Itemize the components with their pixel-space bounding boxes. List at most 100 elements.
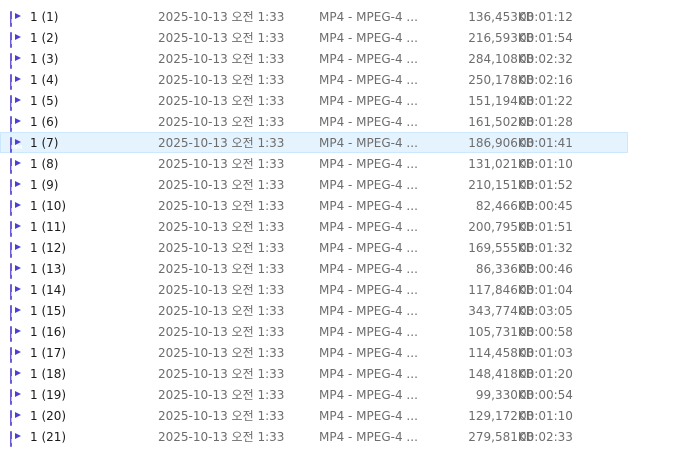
mp4-video-file-icon: MP4 (10, 303, 26, 321)
file-type: MP4 - MPEG-4 ... (319, 409, 418, 423)
file-length: 00:02:32 (519, 52, 573, 66)
file-type: MP4 - MPEG-4 ... (319, 388, 418, 402)
file-row[interactable]: MP4 1 (21) 2025-10-13 오전 1:33 MP4 - MPEG… (0, 426, 628, 447)
file-date-modified: 2025-10-13 오전 1:33 (158, 115, 285, 129)
file-date-modified: 2025-10-13 오전 1:33 (158, 409, 285, 423)
file-name[interactable]: 1 (7) (30, 133, 58, 152)
file-length: 00:02:33 (519, 430, 573, 444)
file-name[interactable]: 1 (1) (30, 7, 58, 26)
file-size: 169,555KB (468, 241, 534, 255)
file-name[interactable]: 1 (12) (30, 238, 66, 257)
file-type: MP4 - MPEG-4 ... (319, 157, 418, 171)
file-type: MP4 - MPEG-4 ... (319, 304, 418, 318)
mp4-video-file-icon: MP4 (10, 9, 26, 27)
file-row[interactable]: MP4 1 (11) 2025-10-13 오전 1:33 MP4 - MPEG… (0, 216, 628, 237)
mp4-video-file-icon: MP4 (10, 387, 26, 405)
file-row[interactable]: MP4 1 (14) 2025-10-13 오전 1:33 MP4 - MPEG… (0, 279, 628, 300)
file-name[interactable]: 1 (18) (30, 364, 66, 383)
mp4-video-file-icon: MP4 (10, 93, 26, 111)
mp4-video-file-icon: MP4 (10, 366, 26, 384)
file-name[interactable]: 1 (5) (30, 91, 58, 110)
file-name[interactable]: 1 (16) (30, 322, 66, 341)
mp4-video-file-icon: MP4 (10, 114, 26, 132)
file-name[interactable]: 1 (21) (30, 427, 66, 446)
file-name[interactable]: 1 (4) (30, 70, 58, 89)
file-name[interactable]: 1 (3) (30, 49, 58, 68)
file-length: 00:01:22 (519, 94, 573, 108)
mp4-video-file-icon: MP4 (10, 408, 26, 426)
file-length: 00:02:16 (519, 73, 573, 87)
file-size: 161,502KB (468, 115, 534, 129)
file-row[interactable]: MP4 1 (6) 2025-10-13 오전 1:33 MP4 - MPEG-… (0, 111, 628, 132)
file-type: MP4 - MPEG-4 ... (319, 367, 418, 381)
file-row[interactable]: MP4 1 (13) 2025-10-13 오전 1:33 MP4 - MPEG… (0, 258, 628, 279)
file-name[interactable]: 1 (20) (30, 406, 66, 425)
file-row[interactable]: MP4 1 (17) 2025-10-13 오전 1:33 MP4 - MPEG… (0, 342, 628, 363)
file-size: 200,795KB (468, 220, 534, 234)
file-name[interactable]: 1 (6) (30, 112, 58, 131)
file-length: 00:00:46 (519, 262, 573, 276)
file-size: 131,021KB (468, 157, 534, 171)
file-size: 284,108KB (468, 52, 534, 66)
file-name[interactable]: 1 (11) (30, 217, 66, 236)
file-date-modified: 2025-10-13 오전 1:33 (158, 388, 285, 402)
file-name[interactable]: 1 (17) (30, 343, 66, 362)
file-row[interactable]: MP4 1 (7) 2025-10-13 오전 1:33 MP4 - MPEG-… (0, 132, 628, 153)
file-length: 00:01:10 (519, 157, 573, 171)
file-date-modified: 2025-10-13 오전 1:33 (158, 199, 285, 213)
file-row[interactable]: MP4 1 (3) 2025-10-13 오전 1:33 MP4 - MPEG-… (0, 48, 628, 69)
file-length: 00:01:41 (519, 136, 573, 150)
file-name[interactable]: 1 (9) (30, 175, 58, 194)
file-row[interactable]: MP4 1 (1) 2025-10-13 오전 1:33 MP4 - MPEG-… (0, 6, 628, 27)
file-row[interactable]: MP4 1 (2) 2025-10-13 오전 1:33 MP4 - MPEG-… (0, 27, 628, 48)
file-row[interactable]: MP4 1 (19) 2025-10-13 오전 1:33 MP4 - MPEG… (0, 384, 628, 405)
file-row[interactable]: MP4 1 (12) 2025-10-13 오전 1:33 MP4 - MPEG… (0, 237, 628, 258)
file-row[interactable]: MP4 1 (10) 2025-10-13 오전 1:33 MP4 - MPEG… (0, 195, 628, 216)
mp4-video-file-icon: MP4 (10, 156, 26, 174)
file-name[interactable]: 1 (15) (30, 301, 66, 320)
file-date-modified: 2025-10-13 오전 1:33 (158, 10, 285, 24)
file-type: MP4 - MPEG-4 ... (319, 262, 418, 276)
file-list[interactable]: MP4 1 (1) 2025-10-13 오전 1:33 MP4 - MPEG-… (0, 6, 686, 447)
file-name[interactable]: 1 (13) (30, 259, 66, 278)
file-row[interactable]: MP4 1 (18) 2025-10-13 오전 1:33 MP4 - MPEG… (0, 363, 628, 384)
file-date-modified: 2025-10-13 오전 1:33 (158, 325, 285, 339)
file-type: MP4 - MPEG-4 ... (319, 136, 418, 150)
file-date-modified: 2025-10-13 오전 1:33 (158, 304, 285, 318)
file-size: 129,172KB (468, 409, 534, 423)
file-date-modified: 2025-10-13 오전 1:33 (158, 136, 285, 150)
file-size: 151,194KB (468, 94, 534, 108)
file-type: MP4 - MPEG-4 ... (319, 199, 418, 213)
file-length: 00:01:10 (519, 409, 573, 423)
mp4-video-file-icon: MP4 (10, 72, 26, 90)
file-type: MP4 - MPEG-4 ... (319, 325, 418, 339)
file-name[interactable]: 1 (19) (30, 385, 66, 404)
file-name[interactable]: 1 (10) (30, 196, 66, 215)
file-size: 114,458KB (468, 346, 534, 360)
file-name[interactable]: 1 (14) (30, 280, 66, 299)
file-row[interactable]: MP4 1 (4) 2025-10-13 오전 1:33 MP4 - MPEG-… (0, 69, 628, 90)
file-name[interactable]: 1 (8) (30, 154, 58, 173)
file-length: 00:00:54 (519, 388, 573, 402)
file-row[interactable]: MP4 1 (16) 2025-10-13 오전 1:33 MP4 - MPEG… (0, 321, 628, 342)
file-date-modified: 2025-10-13 오전 1:33 (158, 52, 285, 66)
mp4-video-file-icon: MP4 (10, 51, 26, 69)
file-length: 00:01:20 (519, 367, 573, 381)
file-type: MP4 - MPEG-4 ... (319, 178, 418, 192)
file-date-modified: 2025-10-13 오전 1:33 (158, 346, 285, 360)
mp4-video-file-icon: MP4 (10, 345, 26, 363)
file-length: 00:01:52 (519, 178, 573, 192)
file-row[interactable]: MP4 1 (15) 2025-10-13 오전 1:33 MP4 - MPEG… (0, 300, 628, 321)
file-row[interactable]: MP4 1 (8) 2025-10-13 오전 1:33 MP4 - MPEG-… (0, 153, 628, 174)
mp4-video-file-icon: MP4 (10, 324, 26, 342)
file-row[interactable]: MP4 1 (5) 2025-10-13 오전 1:33 MP4 - MPEG-… (0, 90, 628, 111)
file-name[interactable]: 1 (2) (30, 28, 58, 47)
file-size: 136,453KB (468, 10, 534, 24)
file-length: 00:01:32 (519, 241, 573, 255)
file-length: 00:01:28 (519, 115, 573, 129)
file-date-modified: 2025-10-13 오전 1:33 (158, 94, 285, 108)
file-size: 148,418KB (468, 367, 534, 381)
file-row[interactable]: MP4 1 (20) 2025-10-13 오전 1:33 MP4 - MPEG… (0, 405, 628, 426)
file-row[interactable]: MP4 1 (9) 2025-10-13 오전 1:33 MP4 - MPEG-… (0, 174, 628, 195)
file-size: 186,906KB (468, 136, 534, 150)
